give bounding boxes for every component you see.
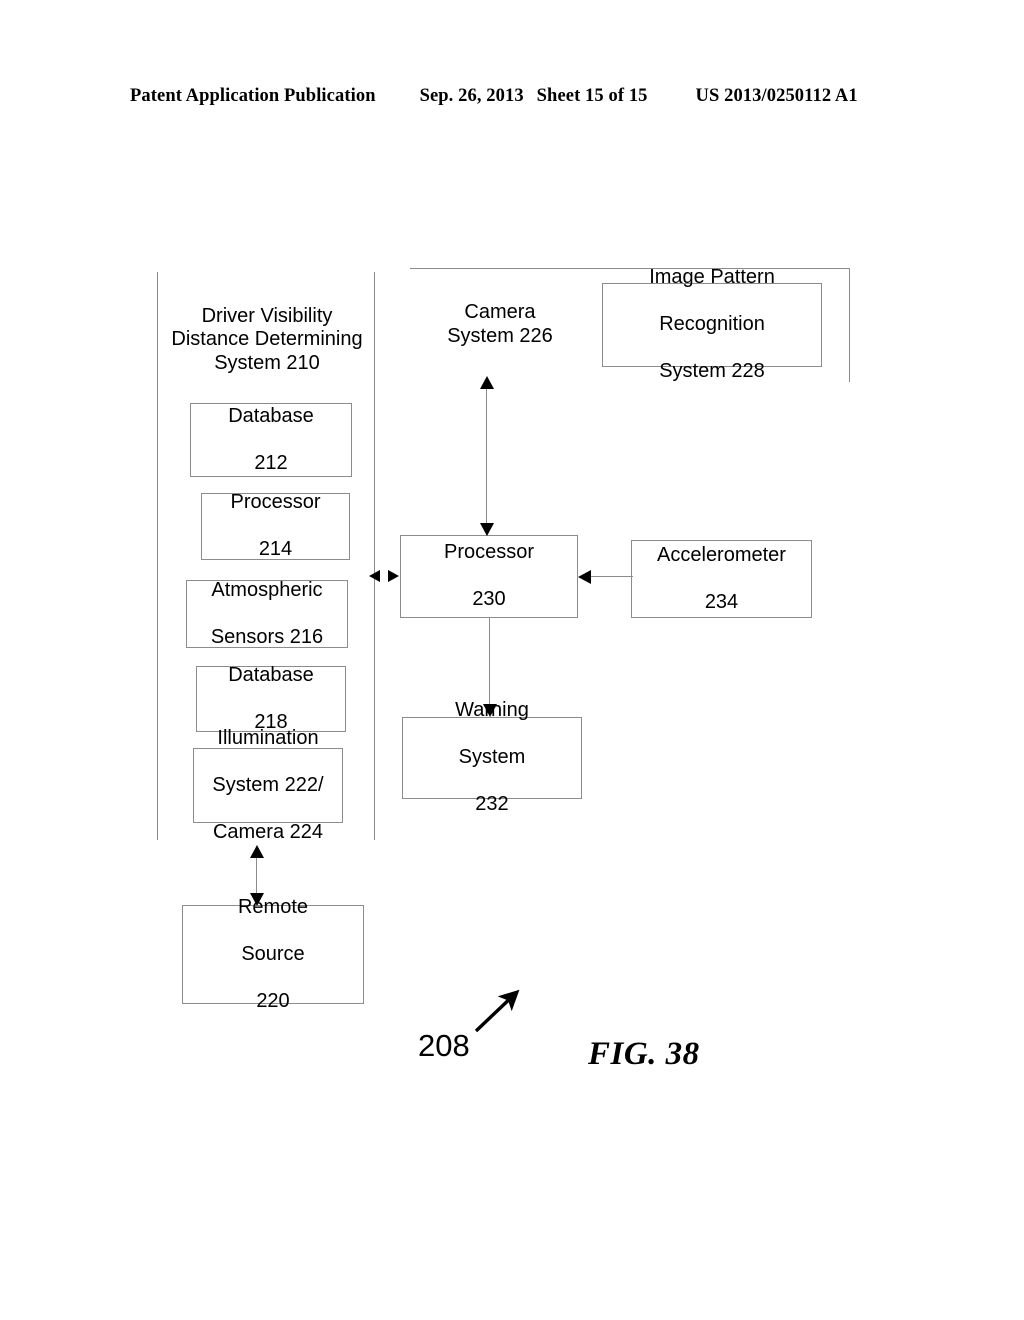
arrowhead-remote-source-top <box>250 893 264 906</box>
illumination-222-line-1: Illumination <box>217 726 319 749</box>
figure-38-diagram: Driver Visibility Distance Determining S… <box>0 0 1024 1320</box>
atmospheric-216-line-1: Atmospheric <box>211 578 323 601</box>
right-group-title-line-1: Camera <box>464 301 536 324</box>
processor-230-line-2: 230 <box>472 588 506 611</box>
right-group-title: Camera System 226 <box>416 296 584 354</box>
ipr-228-line-1: Image Pattern <box>649 266 775 289</box>
accelerometer-234-line-1: Accelerometer <box>657 543 786 566</box>
database-212-line-1: Database <box>228 404 314 427</box>
right-group-title-line-2: System 226 <box>447 325 553 347</box>
connector-accelerometer-to-processor230 <box>591 576 633 577</box>
warning-232-line-3: 232 <box>475 793 509 816</box>
connector-processor230-to-warning <box>489 618 490 706</box>
connector-illumination-to-remote-source <box>256 853 257 897</box>
figure-caption: FIG. 38 <box>588 1036 700 1072</box>
box-atmospheric-sensors-216: Atmospheric Sensors 216 <box>186 578 348 648</box>
ipr-228-line-2: Recognition <box>659 313 765 336</box>
right-group-right-rail <box>849 268 850 382</box>
left-group-right-rail <box>374 272 375 840</box>
remote-220-line-3: 220 <box>256 989 290 1012</box>
processor-214-line-2: 214 <box>258 538 293 561</box>
illumination-222-line-3: Camera 224 <box>212 820 324 843</box>
left-group-title-line-3: System 210 <box>214 351 320 374</box>
arrowhead-warning-top <box>483 704 497 717</box>
arrowhead-processor230-right <box>578 570 591 584</box>
connector-camera-to-processor230 <box>486 381 487 535</box>
box-warning-system-232: Warning System 232 <box>402 699 582 815</box>
box-illumination-system-222-camera-224: Illumination System 222/ Camera 224 <box>193 727 343 843</box>
left-group-title-line-1: Driver Visibility <box>201 304 333 327</box>
processor-230-line-1: Processor <box>443 541 535 564</box>
remote-220-line-2: Source <box>241 942 305 965</box>
patent-page: Patent Application Publication Sep. 26, … <box>0 0 1024 1320</box>
box-image-pattern-recognition-system-228: Image Pattern Recognition System 228 <box>602 266 822 382</box>
box-remote-source-220: Remote Source 220 <box>182 896 364 1012</box>
reference-numeral-208: 208 <box>418 1028 470 1063</box>
ipr-228-line-3: System 228 <box>659 360 765 383</box>
box-processor-214: Processor 214 <box>201 491 350 561</box>
illumination-222-line-2: System 222/ <box>212 773 324 796</box>
database-212-line-2: 212 <box>254 451 288 474</box>
warning-232-line-2: System <box>458 746 526 769</box>
box-processor-230: Processor 230 <box>400 535 578 618</box>
left-group-title-line-2: Distance Determining <box>171 328 363 351</box>
left-group-title: Driver Visibility Distance Determining S… <box>163 298 371 382</box>
box-accelerometer-234: Accelerometer 234 <box>631 540 812 618</box>
arrowhead-camera-up <box>480 376 494 389</box>
box-database-212: Database 212 <box>190 403 352 477</box>
left-group-left-rail <box>157 272 158 840</box>
right-group-top-edge <box>410 268 850 269</box>
atmospheric-216-line-2: Sensors 216 <box>210 625 324 648</box>
arrowhead-processor230-left <box>388 570 399 582</box>
reference-leader-arrow <box>468 985 528 1035</box>
box-database-218: Database 218 <box>196 663 346 733</box>
arrowhead-leftgroup-in <box>369 570 380 582</box>
accelerometer-234-line-2: 234 <box>704 590 739 613</box>
processor-214-line-1: Processor <box>230 491 321 514</box>
database-218-line-1: Database <box>228 663 314 686</box>
arrowhead-processor230-top <box>480 523 494 536</box>
remote-220-line-1: Remote <box>237 895 309 918</box>
arrowhead-illumination-up <box>250 845 264 858</box>
